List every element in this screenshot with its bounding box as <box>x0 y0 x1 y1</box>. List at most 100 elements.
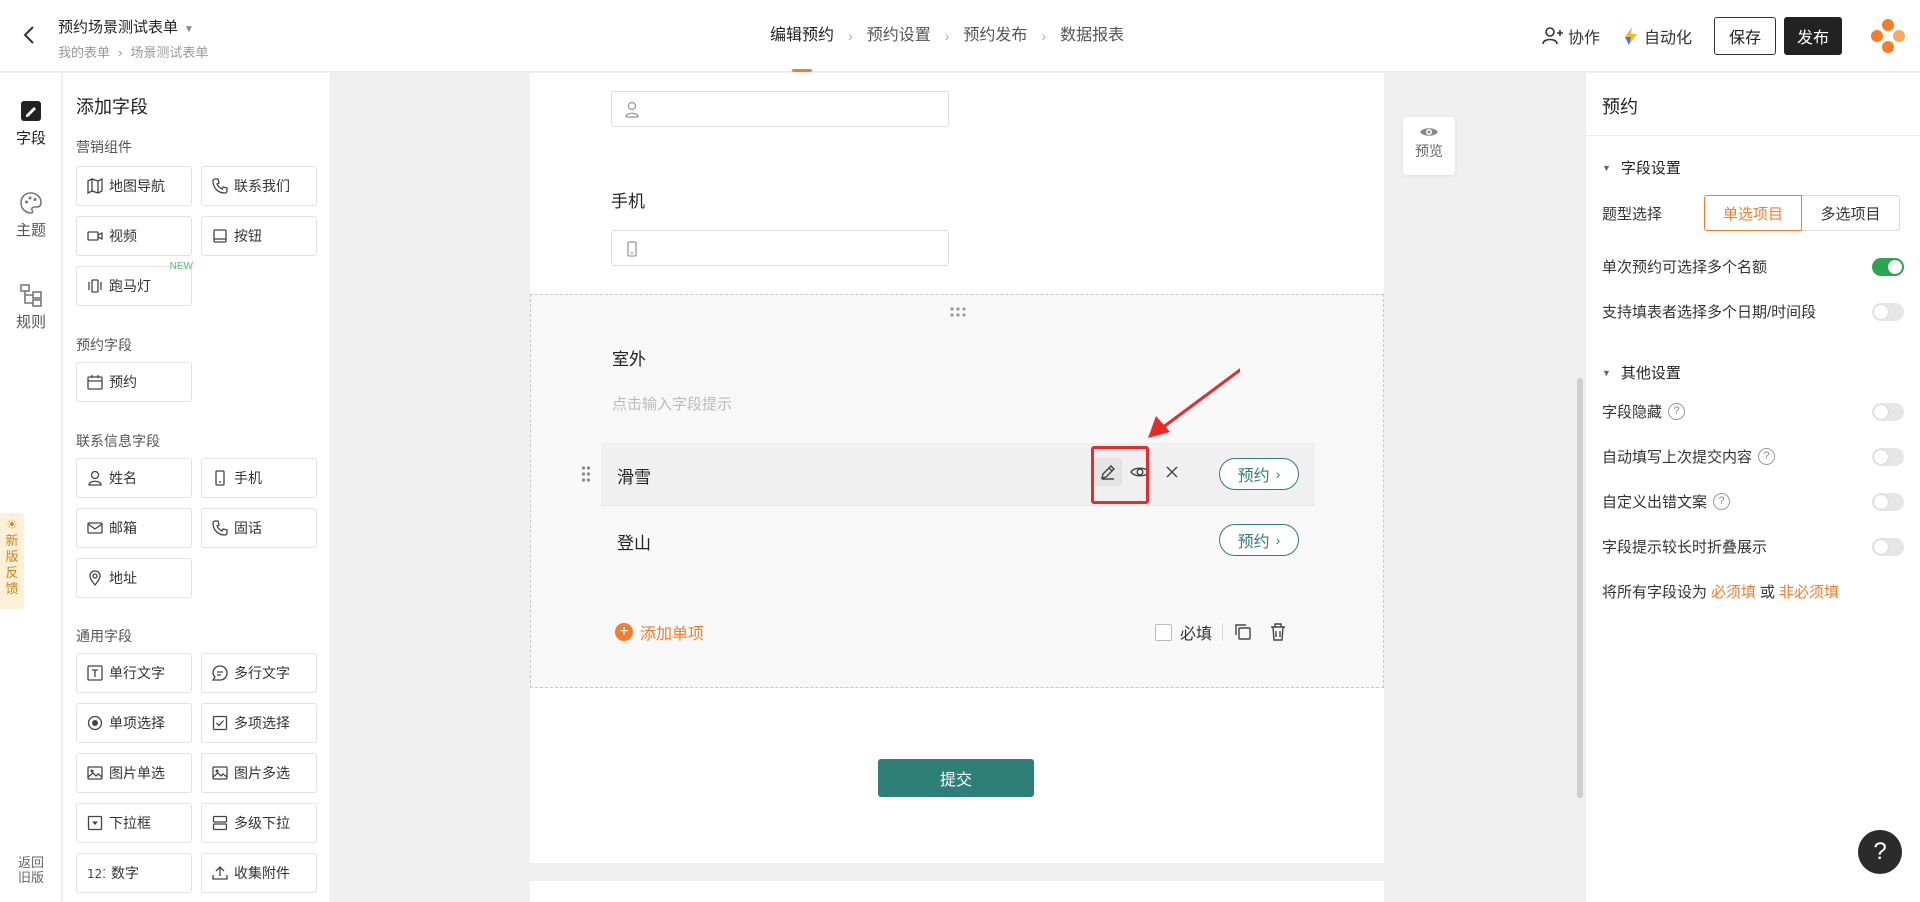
help-button[interactable]: ? <box>1858 830 1902 874</box>
add-option-button[interactable]: + 添加单项 <box>615 620 704 644</box>
field-marquee[interactable]: 跑马灯 NEW <box>76 261 193 306</box>
selected-booking-field[interactable]: 室外 点击输入字段提示 滑雪 预约 › 登山 预约 › + 添加单项 必填 <box>530 294 1384 688</box>
field-number[interactable]: 123 数字 <box>76 853 192 893</box>
multi-dates-toggle[interactable] <box>1872 302 1904 321</box>
dropdown-icon <box>87 815 103 831</box>
help-icon[interactable]: ? <box>1668 403 1686 420</box>
help-icon[interactable]: ? <box>1713 493 1731 510</box>
left-rail: 字段 主题 规则 ☀ 新 版 反 馈 返回 旧版 <box>0 73 62 902</box>
rail-theme[interactable]: 主题 <box>0 191 62 240</box>
header-actions: 协作 自动化 保存 发布 <box>1542 0 1920 72</box>
help-icon[interactable]: ? <box>1758 448 1776 465</box>
image-icon <box>212 766 228 780</box>
option-row[interactable]: 登山 预约 › <box>601 509 1315 571</box>
drag-handle-icon[interactable] <box>581 465 591 488</box>
video-icon <box>87 231 103 241</box>
step-settings[interactable]: 预约设置 <box>867 0 931 72</box>
option-row[interactable]: 滑雪 预约 › <box>581 443 1315 505</box>
copy-field-button[interactable] <box>1233 622 1253 642</box>
custom-error-toggle[interactable] <box>1872 492 1904 511</box>
submit-button[interactable]: 提交 <box>878 759 1034 797</box>
canvas-scrollbar[interactable] <box>1577 378 1583 798</box>
highlight-box <box>1091 446 1149 504</box>
field-multi-text[interactable]: 多行文字 <box>201 653 317 693</box>
location-pin-icon <box>89 570 101 586</box>
field-contact-us[interactable]: 联系我们 <box>201 166 317 206</box>
set-all-required-link[interactable]: 必须填 <box>1711 581 1756 602</box>
step-publish[interactable]: 预约发布 <box>963 0 1027 72</box>
step-nav: 编辑预约 › 预约设置 › 预约发布 › 数据报表 <box>770 0 1124 72</box>
field-video[interactable]: 视频 <box>76 216 192 256</box>
multi-choice-option[interactable]: 多选项目 <box>1802 195 1900 231</box>
preview-button[interactable]: 预览 <box>1403 117 1455 175</box>
field-button[interactable]: 按钮 <box>201 216 317 256</box>
multi-quota-toggle[interactable] <box>1872 257 1904 276</box>
publish-button[interactable]: 发布 <box>1784 17 1842 55</box>
top-header: 预约场景测试表单 ▼ 我的表单 › 场景测试表单 编辑预约 › 预约设置 › 预约发布… <box>0 0 1920 72</box>
back-to-old-version[interactable]: 返回 旧版 <box>10 855 52 885</box>
option-booking-button[interactable]: 预约 › <box>1219 458 1299 490</box>
copy-icon <box>1235 624 1251 640</box>
step-reports[interactable]: 数据报表 <box>1060 0 1124 72</box>
fold-hint-toggle[interactable] <box>1872 537 1904 556</box>
field-single-choice[interactable]: 单项选择 <box>76 703 192 743</box>
section-field-settings[interactable]: ▼ 字段设置 <box>1602 157 1681 178</box>
divider <box>1586 135 1920 136</box>
option-name[interactable]: 滑雪 <box>617 463 651 488</box>
field-image-single[interactable]: 图片单选 <box>76 753 192 793</box>
required-checkbox[interactable] <box>1155 623 1172 641</box>
field-attachment[interactable]: 收集附件 <box>201 853 317 893</box>
delete-field-button[interactable] <box>1269 622 1287 642</box>
name-input-preview[interactable] <box>611 91 949 127</box>
autofill-toggle[interactable] <box>1872 447 1904 466</box>
option-booking-button[interactable]: 预约 › <box>1219 524 1299 556</box>
form-title[interactable]: 预约场景测试表单 ▼ <box>58 16 194 37</box>
breadcrumb-my-forms[interactable]: 我的表单 <box>58 45 110 60</box>
field-map-nav[interactable]: 地图导航 <box>76 166 192 206</box>
collab-button[interactable]: 协作 <box>1542 24 1600 48</box>
number-icon: 123 <box>87 867 105 881</box>
fields-panel: 添加字段 营销组件 地图导航 联系我们 视频 按钮 跑马灯 NEW 预约字段 预… <box>63 73 331 902</box>
add-user-icon <box>1542 27 1563 45</box>
feedback-tab[interactable]: ☀ 新 版 反 馈 <box>0 513 24 609</box>
field-email[interactable]: 邮箱 <box>76 508 192 548</box>
booking-field-title[interactable]: 室外 <box>612 345 646 370</box>
field-phone[interactable]: 固话 <box>201 508 317 548</box>
back-arrow-icon[interactable] <box>22 24 42 48</box>
delete-option-button[interactable] <box>1158 458 1186 486</box>
field-name[interactable]: 姓名 <box>76 458 192 498</box>
section-other-settings[interactable]: ▼ 其他设置 <box>1602 362 1681 383</box>
field-booking[interactable]: 预约 <box>76 362 192 402</box>
image-icon <box>87 766 103 780</box>
field-footer-tools: 必填 <box>1155 620 1287 644</box>
type-segmented-control: 单选项目 多选项目 <box>1704 195 1900 231</box>
chevron-right-icon: › <box>1275 466 1281 482</box>
plus-circle-icon: + <box>615 623 633 641</box>
field-mobile[interactable]: 手机 <box>201 458 317 498</box>
caret-down-icon: ▼ <box>184 24 194 35</box>
mobile-input-preview[interactable] <box>611 230 949 266</box>
divider <box>601 505 1315 506</box>
breadcrumb-current: 场景测试表单 <box>130 45 209 60</box>
chevron-right-icon: › <box>118 45 123 60</box>
text-field-icon <box>87 665 103 681</box>
field-address[interactable]: 地址 <box>76 558 192 598</box>
single-choice-option[interactable]: 单选项目 <box>1704 195 1802 231</box>
option-name[interactable]: 登山 <box>617 529 651 554</box>
rail-fields[interactable]: 字段 <box>0 99 62 148</box>
set-all-optional-link[interactable]: 非必须填 <box>1779 581 1839 602</box>
automation-button[interactable]: 自动化 <box>1622 24 1692 48</box>
field-single-text[interactable]: 单行文字 <box>76 653 192 693</box>
drag-dots-icon[interactable] <box>949 305 967 323</box>
rail-rules[interactable]: 规则 <box>0 283 62 332</box>
group-general: 通用字段 <box>76 628 132 644</box>
field-multi-choice[interactable]: 多项选择 <box>201 703 317 743</box>
booking-field-hint[interactable]: 点击输入字段提示 <box>612 393 732 414</box>
step-edit[interactable]: 编辑预约 <box>770 0 834 72</box>
field-dropdown[interactable]: 下拉框 <box>76 803 192 843</box>
hide-field-toggle[interactable] <box>1872 402 1904 421</box>
new-badge: NEW <box>169 261 193 272</box>
field-image-multi[interactable]: 图片多选 <box>201 753 317 793</box>
save-button[interactable]: 保存 <box>1714 17 1776 55</box>
field-cascade[interactable]: 多级下拉 <box>201 803 317 843</box>
